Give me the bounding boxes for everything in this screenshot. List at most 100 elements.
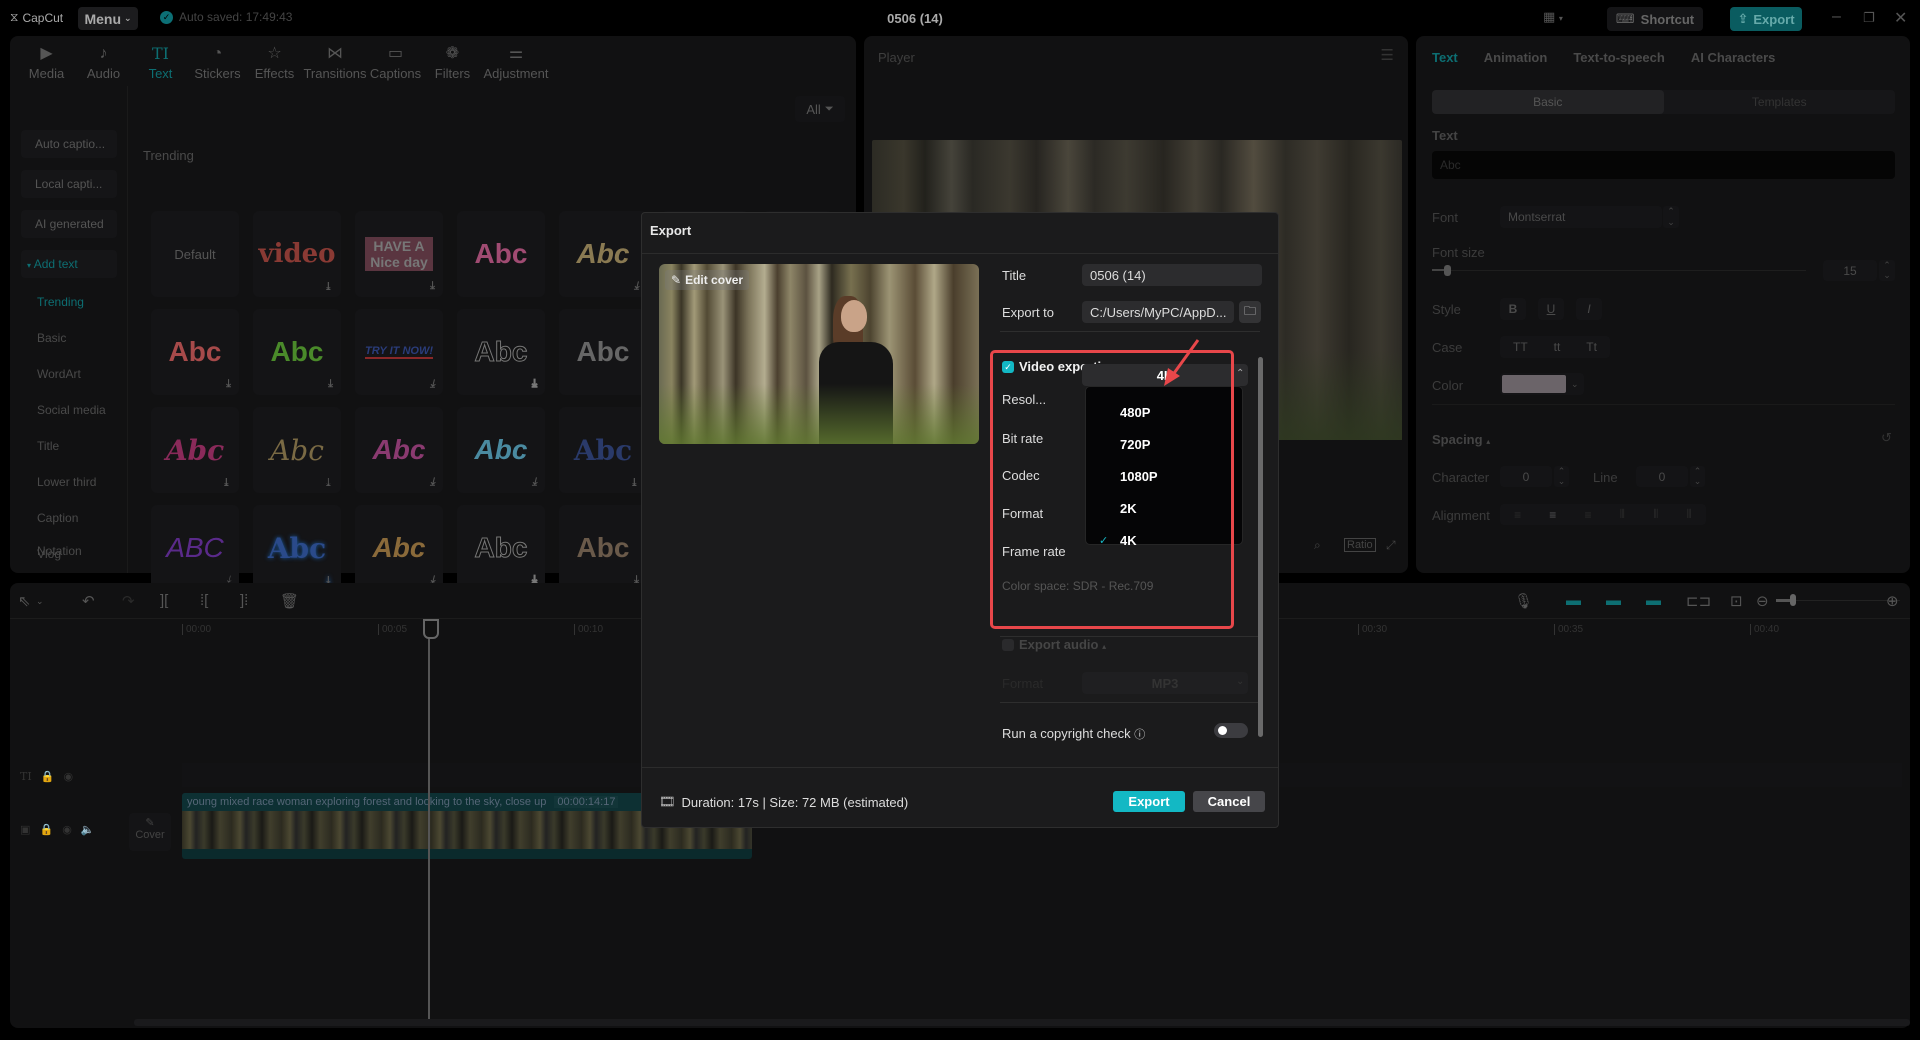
zoom-in-icon[interactable]: ⊕ (1886, 592, 1899, 610)
template-tile[interactable]: Abc ⤓ (457, 505, 545, 591)
ai-generated-button[interactable]: AI generated (21, 210, 117, 238)
template-tile[interactable]: Abc ⤓ (253, 505, 341, 591)
delete-icon[interactable]: 🗑 (280, 592, 299, 610)
export-audio-checkbox[interactable] (1002, 639, 1014, 651)
line-spacing-input[interactable]: 0 (1636, 466, 1688, 487)
tab-ai-characters[interactable]: AI Characters (1691, 50, 1776, 65)
font-size-slider[interactable] (1432, 265, 1806, 276)
template-tile[interactable]: Abc ⤓ (151, 309, 239, 395)
tab-transitions[interactable]: ⋈ Transitions (303, 38, 367, 83)
sidebar-item-caption[interactable]: Caption (37, 511, 78, 525)
template-tile[interactable]: video ⤓ (253, 211, 341, 297)
sidebar-item-basic[interactable]: Basic (37, 331, 66, 345)
select-tool-icon[interactable]: ⇖ (18, 592, 31, 610)
eye-icon[interactable]: ◉ (64, 771, 74, 783)
sidebar-item-social-media[interactable]: Social media (37, 403, 106, 417)
template-tile[interactable]: Default (151, 211, 239, 297)
timeline-zoom-fit-icon[interactable]: ⊡ (1730, 592, 1743, 610)
titlecase-button[interactable]: Tt (1586, 340, 1597, 354)
cover-preview[interactable]: ✎ Edit cover (659, 264, 979, 444)
template-tile[interactable]: ABC ⤓ (151, 505, 239, 591)
zoom-fit-icon[interactable]: ⌕ (1314, 538, 1321, 553)
font-stepper-icon[interactable]: ⌃ ⌄ (1663, 206, 1679, 228)
auto-captions-button[interactable]: Auto captio... (21, 130, 117, 158)
template-tile[interactable]: Abc ⤓ (559, 211, 647, 297)
sidebar-item-title[interactable]: Title (37, 439, 59, 453)
template-tile[interactable]: Abc (559, 309, 647, 395)
bold-button[interactable]: B (1500, 298, 1526, 320)
template-tile[interactable]: Abc ⤓ (253, 309, 341, 395)
restore-button[interactable]: ❐ (1863, 10, 1875, 26)
export-audio-header[interactable]: Export audio ▴ (1019, 637, 1106, 652)
segment-templates[interactable]: Templates (1664, 90, 1896, 114)
resolution-option-2k[interactable]: 2K (1120, 501, 1137, 516)
auto-snap-icon[interactable]: ▬ (1606, 592, 1621, 609)
zoom-out-icon[interactable]: ⊖ (1756, 592, 1769, 610)
template-tile[interactable]: TRY IT NOW! ⤓ (355, 309, 443, 395)
template-tile[interactable]: Abc ⤓ (457, 309, 545, 395)
tab-media[interactable]: ▶ Media (18, 38, 75, 83)
resolution-option-1080p[interactable]: 1080P (1120, 469, 1158, 484)
template-tile[interactable]: Abc (457, 211, 545, 297)
template-tile[interactable]: Abc ⤓ (457, 407, 545, 493)
undo-icon[interactable]: ↶ (82, 592, 95, 610)
cover-button[interactable]: ✎ Cover (129, 813, 171, 851)
preview-axis-icon[interactable]: ⊏⊐ (1686, 592, 1711, 610)
align-top-icon[interactable]: ⦀ (1620, 507, 1625, 522)
copyright-toggle[interactable] (1214, 723, 1248, 738)
resolution-option-720p[interactable]: 720P (1120, 437, 1150, 452)
title-input[interactable]: 0506 (14) (1082, 264, 1262, 286)
timeline-scrollbar[interactable] (134, 1019, 1910, 1026)
shortcut-button[interactable]: ⌨ Shortcut (1607, 7, 1703, 31)
layout-button[interactable]: ▦ ▾ (1543, 9, 1563, 25)
minimize-button[interactable]: – (1832, 8, 1841, 26)
slider-thumb[interactable] (1444, 265, 1451, 276)
resolution-option-480p[interactable]: 480P (1120, 405, 1150, 420)
playhead[interactable] (423, 619, 439, 1021)
lowercase-button[interactable]: tt (1554, 340, 1561, 354)
text-input[interactable]: Abc (1432, 151, 1895, 179)
tab-filters[interactable]: ❁ Filters (424, 38, 481, 83)
tab-text-to-speech[interactable]: Text-to-speech (1573, 50, 1665, 65)
font-size-input[interactable]: 15 (1823, 260, 1877, 281)
split-icon[interactable]: ][ (160, 592, 168, 609)
template-tile[interactable]: Abc ⤓ (151, 407, 239, 493)
ratio-button[interactable]: Ratio (1344, 538, 1376, 552)
color-picker[interactable]: ⌄ (1500, 373, 1584, 395)
italic-button[interactable]: I (1576, 298, 1602, 320)
font-select[interactable]: Montserrat (1500, 206, 1662, 228)
tab-animation[interactable]: Animation (1484, 50, 1548, 65)
sidebar-item-trending[interactable]: Trending (37, 295, 84, 309)
underline-button[interactable]: U (1538, 298, 1564, 320)
resolution-option-4k[interactable]: 4K (1120, 533, 1137, 548)
tab-captions[interactable]: ▭ Captions (367, 38, 424, 83)
help-icon[interactable]: ⓘ (1134, 729, 1145, 741)
split-right-icon[interactable]: ]⁞ (240, 592, 248, 609)
split-left-icon[interactable]: ⁞[ (200, 592, 208, 609)
align-center-icon[interactable]: ≡ (1549, 508, 1556, 522)
sidebar-item-notation[interactable]: Notation (37, 544, 82, 558)
export-path-input[interactable]: C:/Users/MyPC/AppD... (1082, 301, 1234, 323)
tab-text[interactable]: TI Text (132, 38, 189, 83)
export-button[interactable]: Export (1113, 791, 1185, 812)
template-tile[interactable]: Abc ⤓ (253, 407, 341, 493)
slider-thumb[interactable] (1790, 594, 1796, 606)
resolution-select[interactable]: 4K (1082, 364, 1248, 386)
character-stepper-icon[interactable]: ⌃ ⌄ (1554, 466, 1569, 487)
character-spacing-input[interactable]: 0 (1500, 466, 1552, 487)
template-tile[interactable]: Abc ⤓ (559, 505, 647, 591)
template-tile[interactable]: Abc ⤓ (559, 407, 647, 493)
add-text-button[interactable]: ▾ Add text (21, 250, 117, 278)
player-menu-icon[interactable]: ☰ (1381, 46, 1394, 64)
template-tile[interactable]: HAVE A Nice day ⤓ (355, 211, 443, 297)
video-exporting-checkbox[interactable]: ✓ (1002, 361, 1014, 373)
lock-icon[interactable]: 🔒 (39, 824, 53, 836)
tab-effects[interactable]: ☆ Effects (246, 38, 303, 83)
align-middle-icon[interactable]: ⦀ (1653, 507, 1658, 522)
local-captions-button[interactable]: Local capti... (21, 170, 117, 198)
tab-audio[interactable]: ♪ Audio (75, 38, 132, 83)
dialog-scrollbar[interactable] (1258, 357, 1263, 737)
spacing-header[interactable]: Spacing ▴ (1432, 432, 1490, 447)
mute-icon[interactable]: 🔈 (81, 824, 95, 836)
close-button[interactable]: ✕ (1894, 8, 1907, 28)
